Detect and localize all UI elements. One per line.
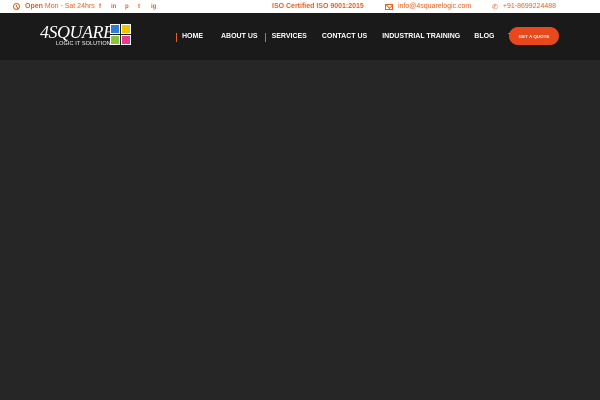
- logo-tile: [110, 24, 120, 34]
- opening-hours: Open Mon - Sat 24hrs: [13, 0, 95, 13]
- nav-services[interactable]: SERVICES: [264, 33, 314, 42]
- nav-about-us[interactable]: ABOUT US: [214, 33, 265, 40]
- facebook-icon[interactable]: f: [99, 0, 101, 13]
- site-header: 4SQUARE LOGIC IT SOLUTIONS HOME ABOUT US…: [0, 13, 600, 60]
- mail-icon: [385, 3, 393, 10]
- nav-contact-us[interactable]: CONTACT US: [315, 33, 374, 40]
- email-text[interactable]: info@4squarelogic.com: [398, 3, 471, 10]
- top-info-bar: Open Mon - Sat 24hrs f in p t ig ISO Cer…: [0, 0, 600, 13]
- instagram-icon[interactable]: ig: [151, 0, 156, 13]
- open-label: Open: [25, 3, 43, 10]
- get-a-quote-button[interactable]: GET A QUOTE: [509, 27, 559, 45]
- nav-industrial-training[interactable]: INDUSTRIAL TRAINING: [375, 33, 467, 40]
- clock-icon: [13, 3, 20, 10]
- main-nav: HOME ABOUT US SERVICES CONTACT US INDUST…: [172, 13, 535, 60]
- logo-main-text: 4SQUARE: [40, 22, 114, 42]
- email-contact[interactable]: info@4squarelogic.com: [385, 0, 471, 13]
- logo-tile: [121, 24, 131, 34]
- nav-home[interactable]: HOME: [172, 33, 210, 42]
- hero-area: [0, 60, 600, 400]
- linkedin-icon[interactable]: in: [111, 0, 116, 13]
- twitter-icon[interactable]: t: [138, 0, 140, 13]
- logo-tiles: [110, 24, 132, 46]
- logo-tile: [110, 35, 120, 45]
- hours-text: Mon - Sat 24hrs: [44, 3, 95, 10]
- site-logo[interactable]: 4SQUARE LOGIC IT SOLUTIONS: [40, 23, 135, 53]
- pinterest-icon[interactable]: p: [125, 0, 129, 13]
- logo-sub-text: LOGIC IT SOLUTIONS: [56, 41, 115, 47]
- logo-tile: [121, 35, 131, 45]
- iso-certification: ISO Certified ISO 9001:2015: [272, 3, 364, 10]
- phone-icon: ✆: [492, 3, 498, 11]
- phone-contact[interactable]: ✆ +91-8699224488: [492, 0, 556, 13]
- phone-text[interactable]: +91-8699224488: [503, 3, 556, 10]
- nav-blog[interactable]: BLOG: [467, 33, 501, 40]
